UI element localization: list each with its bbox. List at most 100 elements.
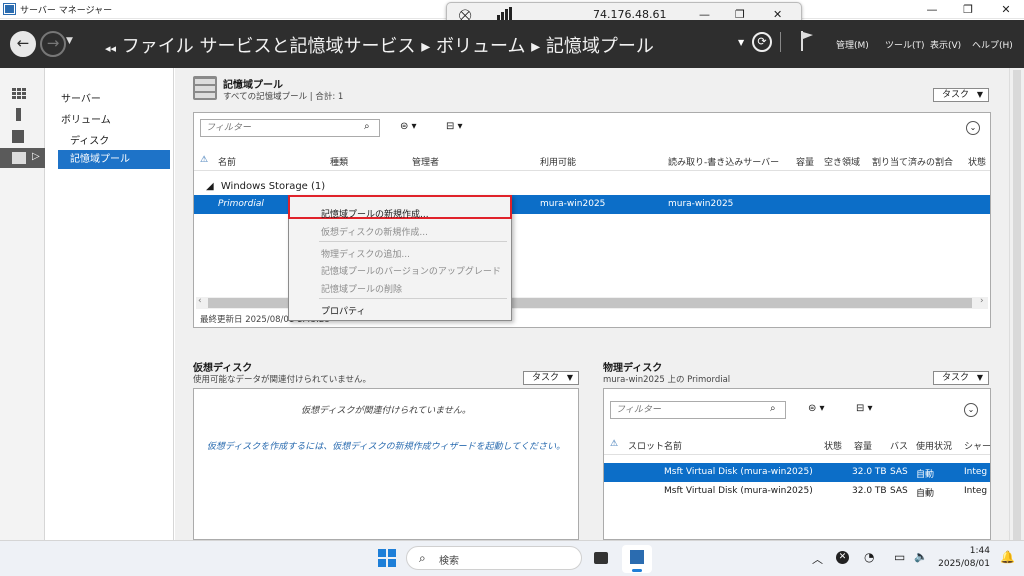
volume-icon[interactable]: 🔈 <box>914 550 928 563</box>
menu-help[interactable]: ヘルプ(H) <box>972 38 1013 51</box>
start-icon[interactable] <box>378 549 396 570</box>
storage-pools-subtitle: すべての記憶域プール | 合計: 1 <box>223 92 344 102</box>
maximize-button[interactable]: ❐ <box>950 0 986 19</box>
col-status[interactable]: 状態 <box>968 155 986 168</box>
pdisk-row-capacity: 32.0 TB <box>852 467 887 477</box>
back-arrow-icon[interactable]: ← <box>10 31 36 57</box>
all-servers-icon[interactable] <box>12 130 24 143</box>
search-label: 検索 <box>439 556 459 567</box>
task-view-icon[interactable] <box>594 552 608 564</box>
network-icon[interactable]: ▭ <box>894 550 905 564</box>
pdisk-col-bus[interactable]: バス <box>890 439 908 452</box>
col-allocated-pct[interactable]: 割り当て済みの割合 <box>872 155 953 168</box>
breadcrumb-back-icon[interactable]: ◂◂ <box>105 42 116 55</box>
pdisk-expand-chevron-icon[interactable]: ⌄ <box>964 403 978 417</box>
pdisk-row-name: Msft Virtual Disk (mura-win2025) <box>664 486 813 496</box>
group-header[interactable]: ◢ Windows Storage (1) <box>206 181 325 192</box>
menu-item-delete-pool[interactable]: 記憶域プールの削除 <box>321 282 402 295</box>
notification-flag-icon[interactable] <box>800 31 814 54</box>
close-button[interactable]: ✕ <box>988 0 1024 19</box>
search-icon: ⌕ <box>419 551 426 565</box>
main-scroll-thumb[interactable] <box>1013 70 1021 540</box>
sidebar-item-servers[interactable]: サーバー <box>61 90 101 105</box>
table-row[interactable]: Msft Virtual Disk (mura-win2025) 32.0 TB… <box>604 463 990 482</box>
refresh-icon[interactable]: ⟳ <box>752 32 772 52</box>
collapse-triangle-icon[interactable]: ◢ <box>206 181 214 192</box>
physical-disks-subtitle: mura-win2025 上の Primordial <box>603 375 731 385</box>
forward-arrow-icon[interactable]: → <box>40 31 66 57</box>
menu-item-new-storage-pool[interactable]: 記憶域プールの新規作成... <box>321 207 429 220</box>
pdisk-save-query-icon[interactable]: ⊟ ▾ <box>856 403 873 414</box>
minimize-button[interactable]: — <box>914 0 950 19</box>
col-type[interactable]: 種類 <box>330 155 348 168</box>
table-row[interactable]: Msft Virtual Disk (mura-win2025) 32.0 TB… <box>604 482 990 501</box>
col-rw-server[interactable]: 読み取り-書き込みサーバー <box>668 155 779 168</box>
storage-pools-tasks-button[interactable]: タスク <box>933 88 989 102</box>
menu-tools[interactable]: ツール(T) <box>885 38 925 51</box>
menu-item-add-physical-disk[interactable]: 物理ディスクの追加... <box>321 247 410 260</box>
sidebar-item-volumes[interactable]: ボリューム <box>61 111 111 126</box>
pdisk-col-chassis[interactable]: シャー <box>964 439 991 452</box>
storage-sidebar: サーバー ボリューム ディスク 記憶域プール <box>46 68 174 540</box>
breadcrumb: ◂◂ ファイル サービスと記憶域サービス ▸ ボリューム ▸ 記憶域プール <box>105 32 654 58</box>
pdisk-col-usage[interactable]: 使用状況 <box>916 439 952 452</box>
row-name: Primordial <box>218 199 264 209</box>
main-vertical-scrollbar[interactable] <box>1009 68 1024 540</box>
refresh-dropdown-icon[interactable]: ▼ <box>738 38 744 47</box>
row-rw-server: mura-win2025 <box>668 199 734 209</box>
pdisk-col-slot[interactable]: スロット <box>628 439 664 452</box>
menu-separator <box>319 241 507 242</box>
col-name[interactable]: 名前 <box>218 155 236 168</box>
sidebar-item-storage-pools[interactable]: 記憶域プール <box>58 150 170 169</box>
expand-chevron-icon[interactable]: ⌄ <box>966 121 980 135</box>
server-manager-taskbar-button[interactable] <box>622 545 652 573</box>
col-admin[interactable]: 管理者 <box>412 155 439 168</box>
taskbar-search-box[interactable]: ⌕ 検索 <box>406 546 582 570</box>
dashboard-icon[interactable] <box>12 88 26 100</box>
menu-manage[interactable]: 管理(M) <box>836 38 869 51</box>
scroll-right-icon[interactable]: › <box>980 296 984 306</box>
file-storage-icon <box>12 152 26 164</box>
col-capacity[interactable]: 容量 <box>796 155 814 168</box>
pdisk-row-usage: 自動 <box>916 489 935 499</box>
pdisk-col-name[interactable]: 名前 <box>664 439 682 452</box>
filter-search-icon[interactable]: ⌕ <box>364 121 370 132</box>
menu-item-properties[interactable]: プロパティ <box>321 304 365 317</box>
physical-disks-tasks-button[interactable]: タスク <box>933 371 989 385</box>
tray-app-icon[interactable]: ✕ <box>836 551 849 564</box>
list-options-icon[interactable]: ⊜ ▾ <box>400 121 417 132</box>
pdisk-row-chassis: Integ <box>964 486 988 496</box>
vdisk-create-hint[interactable]: 仮想ディスクを作成するには、仮想ディスクの新規作成ウィザードを起動してください。 <box>194 439 578 452</box>
pdisk-filter-search-icon[interactable]: ⌕ <box>770 403 776 414</box>
pdisk-row-bus: SAS <box>890 467 908 477</box>
storage-pools-title: 記憶域プール <box>223 80 283 91</box>
menu-separator <box>319 298 507 299</box>
pdisk-col-capacity[interactable]: 容量 <box>854 439 872 452</box>
pdisk-warning-icon[interactable]: ⚠ <box>610 439 618 449</box>
pdisk-filter-input[interactable]: フィルター <box>610 401 786 419</box>
save-query-icon[interactable]: ⊟ ▾ <box>446 121 463 132</box>
local-server-icon[interactable] <box>16 108 21 121</box>
clock-time[interactable]: 1:44 <box>940 546 990 556</box>
warning-column-icon[interactable]: ⚠ <box>200 155 208 165</box>
tray-chevron-icon[interactable]: ︿ <box>812 551 823 567</box>
virtual-disks-tasks-button[interactable]: タスク <box>523 371 579 385</box>
pools-filter-input[interactable]: フィルター <box>200 119 380 137</box>
menu-item-new-virtual-disk[interactable]: 仮想ディスクの新規作成... <box>321 225 428 238</box>
file-storage-nav-item[interactable]: ▷ <box>0 148 45 168</box>
notification-bell-icon[interactable]: 🔔 <box>1000 550 1015 564</box>
col-available[interactable]: 利用可能 <box>540 155 576 168</box>
pools-table-header: ⚠ 名前 種類 管理者 利用可能 読み取り-書き込みサーバー 容量 空き領域 割… <box>194 151 990 171</box>
scroll-left-icon[interactable]: ‹ <box>198 296 202 306</box>
col-free-space[interactable]: 空き領域 <box>824 155 860 168</box>
tray-clock-app-icon[interactable]: ◔ <box>864 550 874 564</box>
pdisk-col-status[interactable]: 状態 <box>824 439 842 452</box>
virtual-disks-title: 仮想ディスク <box>193 363 253 374</box>
clock-date[interactable]: 2025/08/01 <box>930 559 990 569</box>
sidebar-item-disks[interactable]: ディスク <box>70 132 109 147</box>
history-dropdown-icon[interactable]: ▼ <box>66 36 73 46</box>
pdisk-list-options-icon[interactable]: ⊜ ▾ <box>808 403 825 414</box>
breadcrumb-path: ファイル サービスと記憶域サービス ▸ ボリューム ▸ 記憶域プール <box>121 36 654 57</box>
menu-view[interactable]: 表示(V) <box>930 38 961 51</box>
menu-item-upgrade-pool-version[interactable]: 記憶域プールのバージョンのアップグレード <box>321 264 501 277</box>
